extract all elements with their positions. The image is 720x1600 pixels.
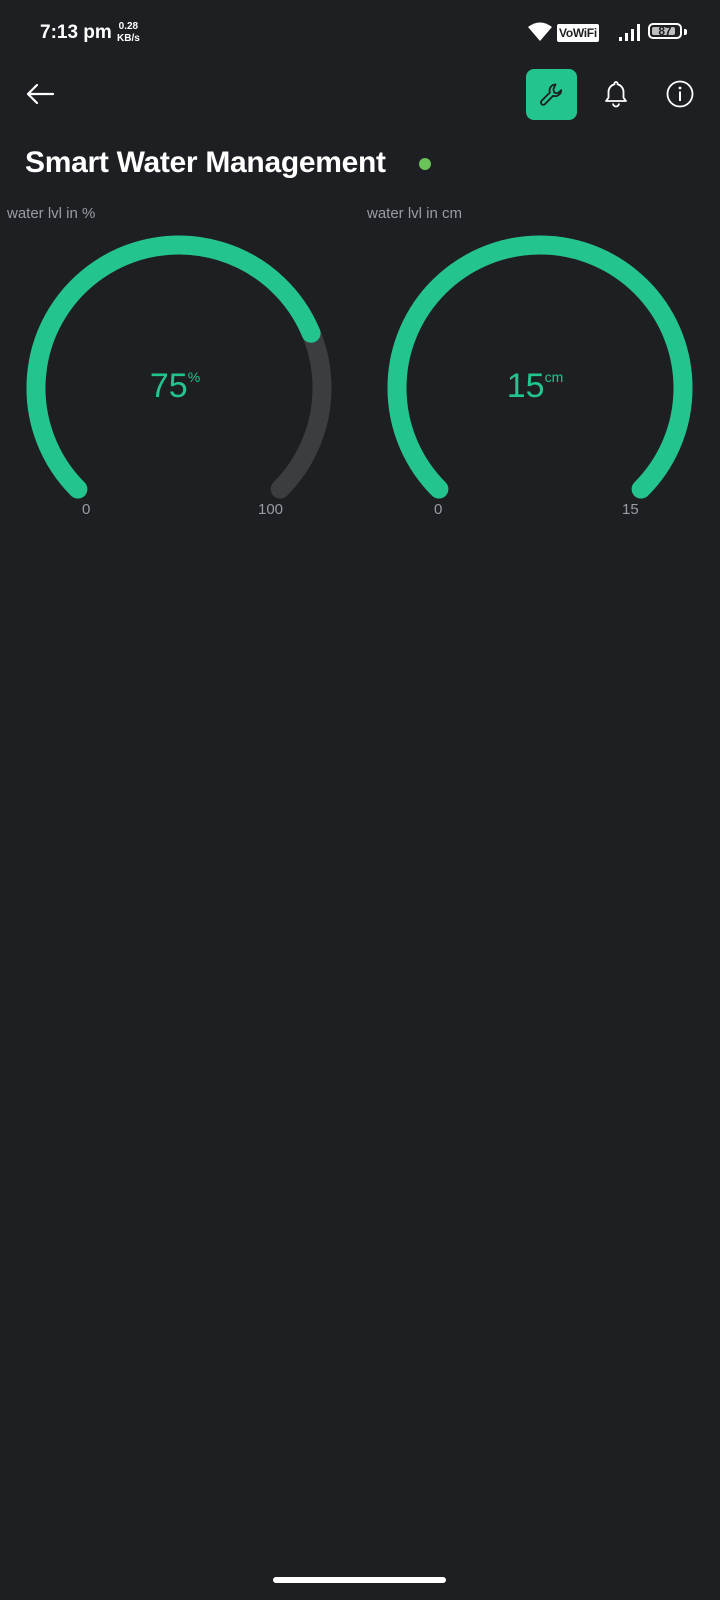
arrow-left-icon: [26, 83, 55, 105]
network-speed-unit: KB/s: [117, 33, 140, 44]
status-bar: 7:13 pm 0.28 KB/s VoWiFi 87: [0, 0, 720, 64]
status-icons: VoWiFi 87: [528, 20, 690, 46]
gauge-value-number: 75: [149, 367, 188, 405]
battery-cap: [684, 29, 687, 35]
info-button[interactable]: [660, 74, 700, 114]
battery-icon: 87: [648, 23, 682, 39]
page-title: Smart Water Management: [25, 146, 386, 179]
wrench-icon: [539, 83, 562, 106]
home-indicator[interactable]: [273, 1577, 446, 1583]
network-speed: 0.28 KB/s: [117, 21, 140, 45]
gauge-min-label: 0: [82, 501, 91, 518]
gauge-dial: [387, 235, 693, 499]
gauge-max-label: 15: [622, 501, 639, 518]
device-status-dot: [419, 158, 431, 170]
gauge-value-unit: cm: [544, 369, 564, 385]
battery-level: 87: [658, 24, 672, 38]
gauge-widget-cm[interactable]: water lvl in cm 15cm 0 15: [360, 200, 710, 530]
vowifi-badge: VoWiFi: [557, 24, 599, 42]
settings-button[interactable]: [526, 69, 577, 120]
gauge-dial: [26, 235, 332, 499]
signal-icon: [619, 24, 640, 41]
info-icon: [666, 80, 694, 108]
wifi-icon: [528, 22, 552, 41]
gauge-max-label: 100: [258, 501, 284, 518]
notifications-button[interactable]: [596, 74, 636, 114]
gauge-value: 15cm: [360, 367, 710, 406]
back-button[interactable]: [20, 74, 60, 114]
gauge-widget-percent[interactable]: water lvl in % 75% 0 100: [0, 200, 350, 530]
gauge-value-unit: %: [187, 369, 201, 385]
status-time: 7:13 pm: [40, 22, 112, 43]
gauge-value: 75%: [0, 367, 350, 406]
gauge-min-label: 0: [434, 501, 443, 518]
gauge-value-number: 15: [506, 367, 545, 405]
network-speed-value: 0.28: [118, 21, 139, 32]
bell-icon: [605, 81, 627, 108]
app-screen: 7:13 pm 0.28 KB/s VoWiFi 87 Smart Water …: [0, 0, 720, 1600]
